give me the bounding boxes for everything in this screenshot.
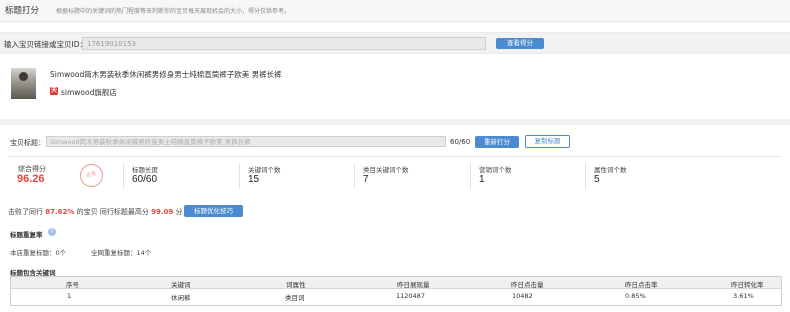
search-bar: 输入宝贝链接或宝贝ID： 17619010153 查看得分 [0, 32, 790, 54]
title-length-value: 60/60 [132, 174, 158, 185]
stats-divider [8, 156, 782, 157]
product-thumbnail[interactable] [11, 68, 36, 99]
table-cell: 1 [67, 292, 72, 300]
table-cell: 1120487 [396, 292, 425, 300]
column-header-keyword: 关键词 [171, 281, 191, 289]
column-header-impressions[interactable]: 昨日展现量 [397, 279, 430, 289]
table-cell: 10482 [512, 292, 533, 300]
title-tips-button[interactable]: 标题优化技巧 [184, 205, 243, 217]
marketing-word-count-value: 1 [479, 174, 485, 185]
column-header-conversion[interactable]: 昨日转化率 [731, 279, 764, 289]
item-id-input[interactable]: 17619010153 [82, 37, 486, 50]
category-keyword-count-label: 类目关键词个数 [363, 166, 409, 174]
shop-name-link[interactable]: simwood旗舰店 [61, 87, 117, 98]
peer-top-score: 99.09 [151, 208, 174, 216]
beat-prefix: 击败了同行 [8, 208, 43, 216]
table-cell: 3.61% [733, 292, 754, 300]
title-length-label: 标题长度 [132, 166, 158, 174]
table-row: 1 休闲裤 类目词 1120487 10482 0.85% 3.61% [11, 290, 781, 304]
title-edit-input[interactable]: Simwood简木男装秋季休闲裤男修身男士纯棉直筒裤子欧美 男裤长裤 [46, 136, 446, 147]
beat-suffix: 分 [175, 208, 183, 216]
stat-separator [470, 163, 471, 189]
column-header-ctr[interactable]: 昨日点击率 [625, 279, 658, 289]
view-score-button[interactable]: 查看得分 [496, 38, 544, 49]
column-header-clicks[interactable]: 昨日点击量 [511, 279, 544, 289]
title-edit-label: 宝贝标题： [10, 139, 45, 147]
table-header-row: 序号 关键词 词属性 昨日展现量 昨日点击量 昨日点击率 昨日转化率 [11, 277, 781, 289]
header-bar: 标题打分 根据标题中的关键词的热门程度等来判断你的宝贝每天展现机会的大小，得分仅… [0, 0, 790, 22]
copy-title-button[interactable]: 复制标题 [525, 135, 570, 148]
table-cell: 休闲裤 [171, 294, 191, 302]
attribute-word-count-label: 属性词个数 [594, 166, 627, 174]
stat-separator [239, 163, 240, 189]
table-cell: 类目词 [285, 294, 305, 302]
help-icon[interactable]: ? [48, 228, 56, 236]
marketing-word-count-label: 营销词个数 [479, 166, 512, 174]
network-duplicate-count: 全网重复标题：14个 [91, 249, 152, 257]
keyword-count-label: 关键词个数 [248, 166, 281, 174]
category-keyword-count-value: 7 [363, 174, 369, 185]
keyword-count-value: 15 [248, 174, 260, 185]
duplicate-rate-title: 标题重复率 [10, 231, 43, 239]
stat-separator [354, 163, 355, 189]
beat-percent: 87.62% [45, 208, 75, 216]
tmall-shop-icon: 天 [50, 87, 58, 95]
overall-score-value: 96.26 [17, 173, 45, 185]
stat-separator [585, 163, 586, 189]
excellent-stamp-icon: 优秀 [77, 161, 106, 190]
title-char-count: 60/60 [450, 138, 471, 146]
table-cell: 0.85% [625, 292, 646, 300]
shop-duplicate-count: 本店重复标题：0个 [10, 249, 67, 257]
column-header-index: 序号 [66, 281, 79, 289]
beat-middle: 的宝贝 同行标题最高分 [76, 208, 149, 216]
attribute-word-count-value: 5 [594, 174, 600, 185]
section-divider [0, 119, 790, 125]
keyword-table: 序号 关键词 词属性 昨日展现量 昨日点击量 昨日点击率 昨日转化率 1 休闲裤… [10, 276, 782, 306]
page-title: 标题打分 [5, 6, 40, 16]
column-header-word-attribute: 词属性 [286, 281, 306, 289]
beat-peers-text: 击败了同行 87.62% 的宝贝 同行标题最高分 99.09 分 [8, 207, 182, 217]
product-title[interactable]: Simwood简木男装秋季休闲裤男修身男士纯棉直筒裤子欧美 男裤长裤 [50, 69, 282, 80]
rescore-button[interactable]: 重新打分 [475, 136, 519, 148]
stat-separator [123, 163, 124, 189]
page-description: 根据标题中的关键词的热门程度等来判断你的宝贝每天展现机会的大小，得分仅供参考。 [56, 8, 291, 15]
search-label: 输入宝贝链接或宝贝ID： [4, 40, 87, 49]
